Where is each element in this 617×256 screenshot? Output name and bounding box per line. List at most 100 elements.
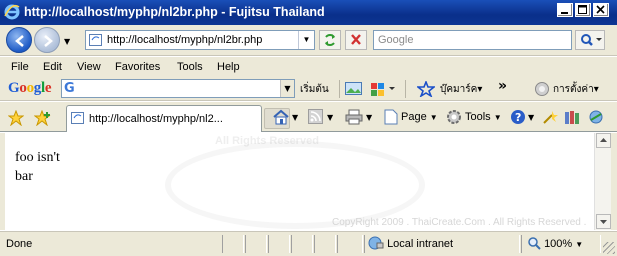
title-bar: http://localhost/myphp/nl2br.php - Fujit… [0, 0, 617, 25]
google-search-dropdown-icon[interactable]: ▼ [280, 80, 294, 97]
bookmarks-label: บุ๊คมาร์ค [440, 84, 478, 95]
recent-pages-dropdown-icon[interactable]: ▼ [64, 37, 70, 46]
zoom-dropdown-icon: ▼ [575, 240, 584, 249]
translate-icon[interactable] [588, 109, 604, 128]
search-input[interactable]: Google [373, 30, 572, 50]
google-bookmarks-button[interactable]: บุ๊คมาร์ค▾ [440, 82, 482, 97]
menu-help[interactable]: Help [217, 61, 240, 73]
refresh-button[interactable] [319, 30, 341, 50]
tools-gear-icon[interactable] [446, 109, 462, 128]
address-dropdown-icon[interactable]: ▼ [298, 31, 314, 49]
tools-menu-button[interactable]: Tools ▼ [465, 111, 502, 123]
security-zone[interactable]: Local intranet [368, 236, 453, 250]
tools-menu-label: Tools [465, 111, 491, 123]
refresh-icon [325, 34, 335, 46]
toolbar-separator [405, 80, 406, 98]
menu-file[interactable]: File [11, 61, 29, 73]
scroll-track[interactable] [595, 149, 612, 214]
address-input[interactable]: http://localhost/myphp/nl2br.php ▼ [85, 30, 315, 50]
address-toolbar: ▼ http://localhost/myphp/nl2br.php ▼ Goo… [0, 25, 617, 56]
stop-button[interactable] [345, 30, 367, 50]
google-settings-button[interactable]: การตั้งค่า▾ [553, 82, 599, 97]
feeds-icon[interactable] [308, 109, 324, 128]
close-icon [596, 5, 605, 14]
status-bar: Done Local intranet 100% ▼ [0, 231, 617, 256]
menu-favorites[interactable]: Favorites [115, 61, 160, 73]
window-title: http://localhost/myphp/nl2br.php - Fujit… [24, 5, 325, 19]
print-dropdown-icon[interactable]: ▼ [366, 113, 372, 122]
status-pane [337, 235, 363, 253]
content-line: bar [15, 169, 33, 184]
back-button[interactable] [6, 27, 32, 53]
intranet-globe-icon [368, 236, 384, 250]
page-icon [71, 112, 85, 127]
home-dropdown-icon[interactable]: ▼ [292, 113, 298, 122]
internet-explorer-icon [4, 4, 20, 20]
print-icon[interactable] [345, 109, 363, 128]
status-pane [268, 235, 290, 253]
home-icon[interactable] [272, 109, 290, 128]
google-toolbar: Google G ▼ เริ่มต้น บุ๊คมาร์ค▾ » การตั้ง… [0, 77, 617, 101]
status-pane [291, 235, 313, 253]
help-icon[interactable]: ? [510, 109, 526, 128]
maximize-icon [578, 5, 587, 14]
zoom-level-button[interactable]: 100% ▼ [527, 236, 583, 250]
menu-bar: File Edit View Favorites Tools Help [0, 57, 617, 77]
status-text: Done [6, 238, 33, 250]
bookmark-star-icon[interactable] [415, 79, 437, 100]
google-logo: Google [8, 80, 52, 96]
scroll-up-arrow-icon[interactable] [596, 133, 611, 148]
tab-bar: http://localhost/myphp/nl2... ▼ ▼ ▼ Page… [0, 102, 617, 132]
google-search-input[interactable]: G ▼ [61, 79, 295, 98]
page-menu-icon[interactable] [384, 109, 398, 128]
scroll-down-arrow-icon[interactable] [596, 214, 611, 229]
feeds-dropdown-icon[interactable]: ▼ [327, 113, 333, 122]
page-menu-button[interactable]: Page ▼ [401, 111, 438, 123]
page-menu-label: Page [401, 111, 427, 123]
status-pane [314, 235, 336, 253]
minimize-icon [561, 12, 568, 14]
tab-nl2br[interactable]: http://localhost/myphp/nl2... [66, 105, 262, 132]
zoom-value: 100% [544, 238, 573, 250]
vertical-scrollbar[interactable] [594, 133, 612, 230]
more-tools-chevron[interactable]: » [498, 78, 507, 94]
menu-tools[interactable]: Tools [177, 61, 203, 73]
google-g-icon: G [64, 81, 75, 96]
help-dropdown-icon[interactable]: ▼ [528, 113, 534, 122]
copyright-watermark: CopyRight 2009 . ThaiCreate.Com . All Ri… [332, 217, 587, 228]
tab-title: http://localhost/myphp/nl2... [89, 113, 223, 125]
window-frame-right [611, 133, 617, 230]
maximize-button[interactable] [575, 3, 591, 17]
zoom-magnifier-icon [528, 237, 541, 250]
stop-icon [351, 34, 361, 45]
watermark-text: All Rights Reserved [215, 135, 319, 147]
add-favorites-icon[interactable] [33, 109, 52, 129]
page-icon [89, 34, 103, 49]
content-line: foo isn't [15, 150, 60, 165]
research-icon[interactable] [542, 109, 558, 128]
address-text: http://localhost/myphp/nl2br.php [107, 34, 263, 46]
forward-button[interactable] [34, 27, 60, 53]
minimize-button[interactable] [557, 3, 573, 17]
search-button[interactable] [575, 30, 605, 50]
forward-arrow-icon [44, 35, 53, 47]
watermark-seal [165, 141, 425, 229]
settings-icon[interactable] [534, 81, 550, 100]
menu-edit[interactable]: Edit [43, 61, 62, 73]
status-pane [222, 235, 244, 253]
books-icon[interactable] [564, 109, 580, 128]
status-pane [245, 235, 267, 253]
settings-label: การตั้งค่า [553, 84, 594, 95]
back-arrow-icon [15, 35, 24, 47]
image-icon[interactable] [345, 82, 363, 99]
menu-view[interactable]: View [77, 61, 101, 73]
close-button[interactable] [593, 3, 609, 17]
gadget-icon[interactable] [370, 81, 396, 100]
svg-text:?: ? [515, 111, 521, 124]
search-icon [581, 34, 602, 46]
favorites-star-icon[interactable] [7, 109, 25, 129]
page-content: All Rights Reserved foo isn't bar CopyRi… [5, 133, 594, 230]
toolbar-separator [339, 80, 340, 98]
google-start-button[interactable]: เริ่มต้น [300, 82, 329, 97]
resize-grip[interactable] [603, 242, 615, 254]
